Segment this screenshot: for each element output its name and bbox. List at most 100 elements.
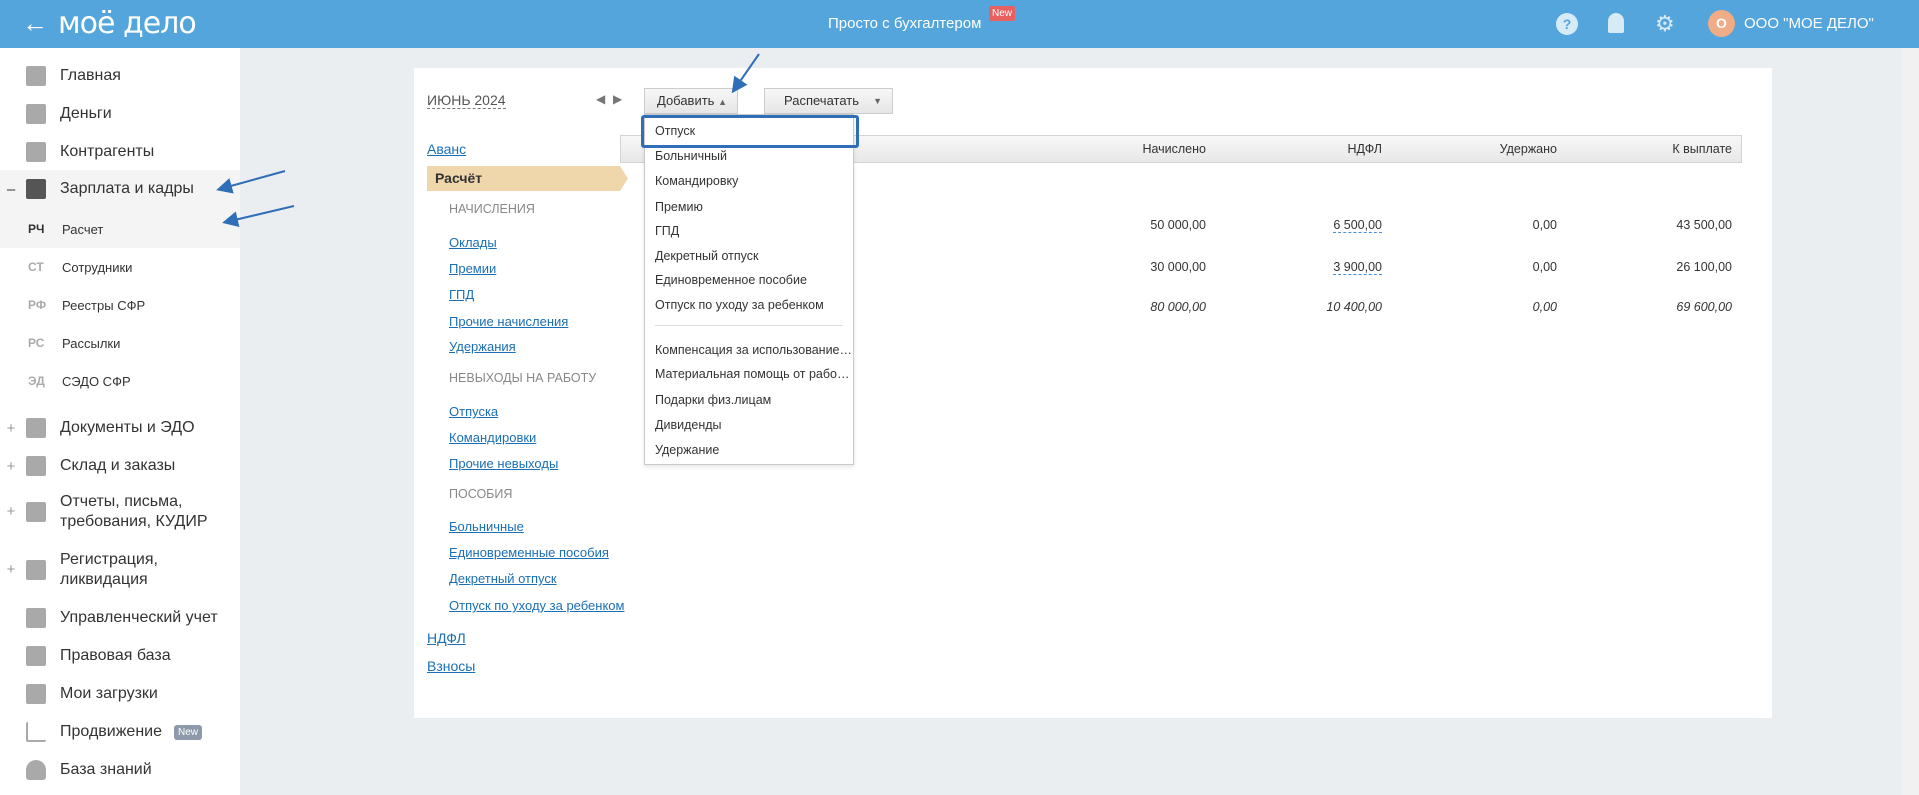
nav-ndfl[interactable]: НДФЛ xyxy=(427,630,466,646)
nav-sick-leave[interactable]: Больничные xyxy=(449,519,524,534)
menu-item-gpd[interactable]: ГПД xyxy=(655,224,679,238)
sidebar-item-legal[interactable]: Правовая база xyxy=(0,641,171,671)
cell-accrued: 50 000,00 xyxy=(1150,218,1206,232)
sidebar-item-reports[interactable]: + Отчеты, письма, требования, КУДИР xyxy=(0,490,220,534)
sidebar-sub-raschet[interactable]: РЧ Расчет xyxy=(0,217,103,241)
label: Деньги xyxy=(60,105,112,122)
bell-icon[interactable] xyxy=(1608,13,1624,33)
menu-item-bonus[interactable]: Премию xyxy=(655,200,703,214)
sidebar-item-money[interactable]: Деньги xyxy=(0,99,112,129)
label: СЭДО СФР xyxy=(62,373,131,389)
sidebar-item-warehouse[interactable]: + Склад и заказы xyxy=(0,451,175,481)
new-badge: New xyxy=(174,724,203,740)
sidebar-item-home[interactable]: Главная xyxy=(0,61,121,91)
wallet-icon xyxy=(26,179,46,199)
menu-item-childcare[interactable]: Отпуск по уходу за ребенком xyxy=(655,298,824,312)
simple-accountant-link[interactable]: Просто с бухгалтером xyxy=(828,15,981,32)
menu-divider xyxy=(655,325,843,326)
menu-item-sick-leave[interactable]: Больничный xyxy=(655,149,727,163)
nav-vacations[interactable]: Отпуска xyxy=(449,404,498,419)
sidebar-item-documents[interactable]: + Документы и ЭДО xyxy=(0,413,195,443)
nav-maternity[interactable]: Декретный отпуск xyxy=(449,571,557,586)
add-button[interactable]: Добавить ▲ xyxy=(644,88,738,114)
menu-item-dividends[interactable]: Дивиденды xyxy=(655,418,722,432)
nav-childcare[interactable]: Отпуск по уходу за ребенком xyxy=(449,598,624,613)
cell-payout: 26 100,00 xyxy=(1676,260,1732,274)
cell-payout: 43 500,00 xyxy=(1676,218,1732,232)
avatar[interactable]: О xyxy=(1708,10,1735,37)
sidebar-sub-registers[interactable]: РФ Реестры СФР xyxy=(0,293,145,317)
nav-bonuses[interactable]: Премии xyxy=(449,261,496,276)
label: База знаний xyxy=(60,761,152,778)
help-icon[interactable]: ? xyxy=(1556,13,1578,35)
menu-item-material-aid[interactable]: Материальная помощь от рабо… xyxy=(655,367,849,381)
sidebar-item-downloads[interactable]: Мои загрузки xyxy=(0,679,158,709)
nav-trips[interactable]: Командировки xyxy=(449,430,536,445)
total-withheld: 0,00 xyxy=(1532,300,1557,314)
nav-avans[interactable]: Аванс xyxy=(427,141,466,157)
collapse-icon[interactable]: – xyxy=(0,181,22,198)
abbr: ЭД xyxy=(28,374,45,388)
label: Главная xyxy=(60,67,121,84)
month-picker[interactable]: ИЮНЬ 2024 xyxy=(427,92,506,109)
cell-ndfl-link[interactable]: 3 900,00 xyxy=(1333,260,1382,275)
next-month-icon[interactable]: ▶ xyxy=(613,92,622,106)
label: Управленческий учет xyxy=(60,609,218,626)
nav-contributions[interactable]: Взносы xyxy=(427,658,475,674)
label: Распечатать xyxy=(784,93,860,108)
sidebar-item-registration[interactable]: + Регистрация, ликвидация xyxy=(0,548,220,592)
print-button[interactable]: Распечатать ▼ xyxy=(764,88,893,114)
expand-icon[interactable]: + xyxy=(0,420,22,437)
nav-other-absences[interactable]: Прочие невыходы xyxy=(449,456,558,471)
nav-raschet-active[interactable]: Расчёт xyxy=(427,166,628,191)
sidebar-sub-employees[interactable]: СТ Сотрудники xyxy=(0,255,132,279)
briefcase-icon xyxy=(26,646,46,666)
sidebar-item-management[interactable]: Управленческий учет xyxy=(0,603,218,633)
prev-month-icon[interactable]: ◀ xyxy=(596,92,605,106)
contractors-icon xyxy=(26,142,46,162)
label: Добавить xyxy=(657,93,715,108)
registration-icon xyxy=(26,560,46,580)
sidebar-item-promotion[interactable]: Продвижение New xyxy=(0,717,203,747)
logo[interactable]: моё дело xyxy=(58,6,197,41)
expand-icon[interactable]: + xyxy=(0,502,22,522)
total-payout: 69 600,00 xyxy=(1676,300,1732,314)
col-ndfl: НДФЛ xyxy=(1347,142,1382,156)
menu-item-maternity[interactable]: Декретный отпуск xyxy=(655,249,758,263)
label: Продвижение xyxy=(60,723,162,740)
label: Рассылки xyxy=(62,335,121,351)
org-name[interactable]: ООО "МОЕ ДЕЛО" xyxy=(1744,15,1874,32)
menu-item-business-trip[interactable]: Командировку xyxy=(655,174,738,188)
top-bar: ← моё дело Просто с бухгалтером New ? ⚙ … xyxy=(0,0,1919,48)
label: Реестры СФР xyxy=(62,297,146,313)
menu-item-compensation[interactable]: Компенсация за использование… xyxy=(655,343,852,357)
sidebar-sub-sedo[interactable]: ЭД СЭДО СФР xyxy=(0,369,131,393)
warehouse-icon xyxy=(26,456,46,476)
label: Сотрудники xyxy=(62,259,133,275)
menu-item-lump-sum[interactable]: Единовременное пособие xyxy=(655,273,807,287)
nav-deductions[interactable]: Удержания xyxy=(449,339,516,354)
col-accrued: Начислено xyxy=(1142,142,1206,156)
label: Мои загрузки xyxy=(60,685,158,702)
sidebar-item-salary[interactable]: – Зарплата и кадры xyxy=(0,174,194,204)
nav-gpd[interactable]: ГПД xyxy=(449,287,474,302)
menu-item-gifts[interactable]: Подарки физ.лицам xyxy=(655,393,771,407)
sidebar-sub-mailings[interactable]: РС Рассылки xyxy=(0,331,120,355)
nav-salaries[interactable]: Оклады xyxy=(449,235,497,250)
chart-icon xyxy=(26,722,46,742)
menu-item-deduction[interactable]: Удержание xyxy=(655,443,719,457)
nav-other-accruals[interactable]: Прочие начисления xyxy=(449,314,568,329)
nav-lump-sum[interactable]: Единовременные пособия xyxy=(449,545,609,560)
expand-icon[interactable]: + xyxy=(0,458,22,475)
scrollbar[interactable] xyxy=(1902,48,1919,795)
home-icon xyxy=(26,66,46,86)
gear-icon[interactable]: ⚙ xyxy=(1655,11,1675,37)
sidebar-item-contractors[interactable]: Контрагенты xyxy=(0,137,154,167)
folder-icon xyxy=(26,684,46,704)
graduation-cap-icon xyxy=(26,760,46,780)
back-arrow-icon[interactable]: ← xyxy=(22,8,48,39)
sidebar-item-knowledge[interactable]: База знаний xyxy=(0,755,152,785)
cell-ndfl-link[interactable]: 6 500,00 xyxy=(1333,218,1382,233)
new-badge: New xyxy=(989,6,1016,21)
expand-icon[interactable]: + xyxy=(0,560,22,580)
